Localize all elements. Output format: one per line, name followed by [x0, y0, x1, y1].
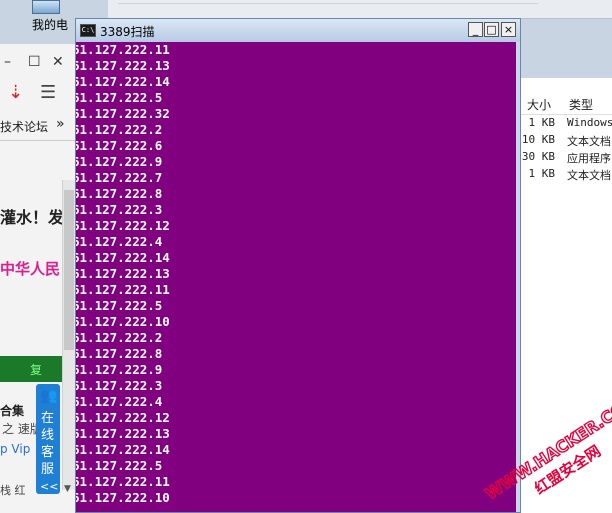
- console-line: 61.127.222.5: [76, 90, 163, 105]
- toolbar-divider: [0, 140, 76, 141]
- file-size: 1 KB: [528, 167, 556, 180]
- header-divider: [521, 114, 612, 115]
- console-line: 61.127.222.13: [76, 58, 170, 73]
- browser-toolbar: ⇣ ☰: [0, 82, 76, 108]
- online-service-widget[interactable]: 👥 在线客服 <<: [36, 384, 60, 494]
- maximize-button[interactable]: □: [484, 22, 499, 37]
- computer-icon: [32, 0, 60, 14]
- console-window[interactable]: C:\ 3389扫描 _ □ × 61.127.222.11 61.127.222…: [75, 18, 521, 513]
- bookmark-link[interactable]: 技术论坛: [0, 118, 48, 135]
- console-line: 61.127.222.10: [76, 490, 170, 505]
- console-line: 61.127.222.12: [76, 410, 170, 425]
- file-type: 应用程序: [567, 152, 611, 165]
- console-titlebar[interactable]: C:\ 3389扫描 _ □ ×: [76, 19, 520, 42]
- file-explorer-window: 大小 类型 1 KB Windows 10 KB 文本文档 30 KB 应用程序…: [520, 78, 612, 513]
- console-lines: 61.127.222.11 61.127.222.13 61.127.222.14 6…: [76, 42, 520, 506]
- collapse-arrow-icon[interactable]: <<: [40, 480, 58, 493]
- minimize-icon[interactable]: –: [4, 54, 11, 70]
- download-icon[interactable]: ⇣: [8, 82, 23, 103]
- online-service-label: 在线客服: [41, 411, 55, 477]
- section-heading: 合集: [0, 404, 25, 418]
- menubar-ghost: [118, 3, 538, 14]
- file-size: 30 KB: [521, 150, 555, 163]
- page-headline-red[interactable]: 中华人民: [0, 258, 60, 279]
- file-size: 10 KB: [521, 133, 555, 146]
- console-line: 61.127.222.4: [76, 394, 163, 409]
- page-headline[interactable]: 灌水！发: [0, 204, 64, 228]
- menu-icon[interactable]: ☰: [40, 82, 56, 103]
- console-line: 61.127.222.12: [76, 218, 170, 233]
- console-line: 61.127.222.4: [76, 234, 163, 249]
- console-line: 61.127.222.6: [76, 138, 163, 153]
- scroll-down-icon[interactable]: ▼: [64, 484, 71, 494]
- bookmarks-more-button[interactable]: »: [56, 116, 65, 132]
- console-line: 61.127.222.11: [76, 474, 170, 489]
- file-type: 文本文档: [567, 169, 611, 182]
- scrollbar-thumb[interactable]: [64, 190, 74, 350]
- close-icon[interactable]: ✕: [52, 54, 64, 70]
- console-icon: C:\: [80, 24, 96, 37]
- file-size: 1 KB: [528, 116, 556, 129]
- desktop-icon-my-computer[interactable]: 我的电: [22, 0, 74, 40]
- file-type: Windows: [567, 116, 612, 129]
- file-row[interactable]: 1 KB 文本文档: [521, 167, 612, 184]
- console-line: 61.127.222.14: [76, 74, 170, 89]
- file-row[interactable]: 1 KB Windows: [521, 116, 612, 133]
- console-line: 61.127.222.14: [76, 250, 170, 265]
- file-row[interactable]: 30 KB 应用程序: [521, 150, 612, 167]
- console-line: 61.127.222.13: [76, 426, 170, 441]
- file-row[interactable]: 10 KB 文本文档: [521, 133, 612, 150]
- console-line: 61.127.222.11: [76, 42, 170, 57]
- console-line: 61.127.222.5: [76, 458, 163, 473]
- console-line: 61.127.222.13: [76, 266, 170, 281]
- column-header-type[interactable]: 类型: [569, 96, 593, 113]
- browser-scrollbar[interactable]: ▼: [62, 180, 75, 494]
- console-line: 61.127.222.10: [76, 314, 170, 329]
- file-type: 文本文档: [567, 135, 611, 148]
- section-footer-text: 栈 红: [0, 484, 26, 497]
- console-line: 61.127.222.3: [76, 378, 163, 393]
- background-window-menubar: [108, 0, 612, 19]
- maximize-icon[interactable]: ☐: [28, 54, 41, 70]
- console-line: 61.127.222.2: [76, 330, 163, 345]
- close-button[interactable]: ×: [501, 22, 516, 37]
- people-icon: 👥: [40, 388, 58, 404]
- console-scrollbar[interactable]: [516, 42, 520, 512]
- console-line: 61.127.222.11: [76, 282, 170, 297]
- console-line: 61.127.222.32: [76, 106, 170, 121]
- column-header-size[interactable]: 大小: [527, 96, 551, 113]
- console-line: 61.127.222.3: [76, 202, 163, 217]
- browser-window-controls: – ☐ ✕: [0, 54, 76, 74]
- console-line: 61.127.222.8: [76, 346, 163, 361]
- console-line: 61.127.222.14: [76, 442, 170, 457]
- console-line: 61.127.222.9: [76, 154, 163, 169]
- console-line: 61.127.222.2: [76, 122, 163, 137]
- console-title: 3389扫描: [100, 25, 155, 39]
- minimize-button[interactable]: _: [468, 22, 483, 37]
- green-banner-text: 复: [30, 363, 43, 377]
- console-line: 61.127.222.9: [76, 362, 163, 377]
- desktop-icon-label: 我的电: [32, 18, 69, 32]
- console-line: 61.127.222.8: [76, 186, 163, 201]
- green-banner[interactable]: 复: [0, 356, 62, 382]
- console-line: 61.127.222.5: [76, 298, 163, 313]
- console-line: 61.127.222.7: [76, 170, 163, 185]
- section-link[interactable]: p Vip: [0, 442, 30, 456]
- console-output[interactable]: 61.127.222.11 61.127.222.13 61.127.222.14 6…: [76, 42, 520, 512]
